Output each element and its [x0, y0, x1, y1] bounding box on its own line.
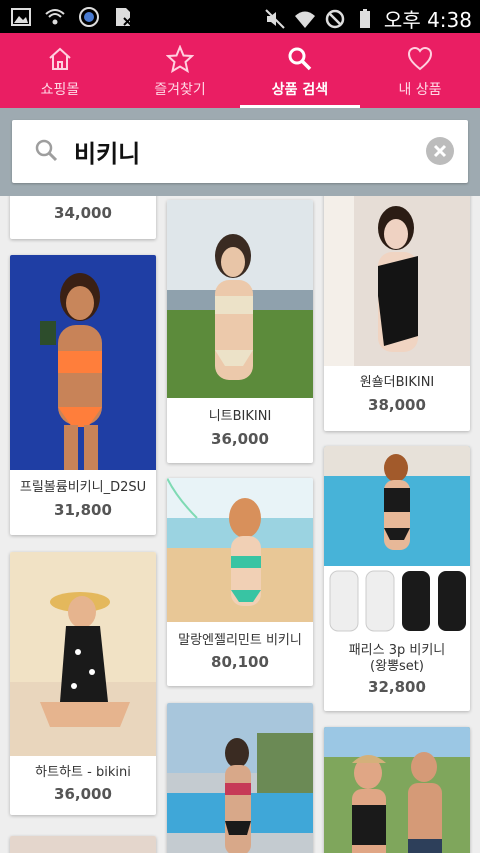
tab-product-search[interactable]: 상품 검색: [240, 33, 360, 108]
product-image: [167, 703, 313, 853]
status-time: 오후 4:38: [383, 8, 472, 32]
product-price: 36,000: [54, 785, 112, 803]
product-price: 36,000: [211, 430, 269, 448]
product-name-line-2: (왕뽕set): [370, 659, 424, 674]
product-card[interactable]: 패리스 3p 비키니 (왕뽕set) 32,800: [324, 446, 470, 711]
product-card[interactable]: [324, 727, 470, 853]
search-input[interactable]: 비키니: [12, 120, 468, 183]
tab-bar: 쇼핑몰 즐겨찾기 상품 검색 내 상품: [0, 33, 480, 108]
product-image: [10, 552, 156, 756]
tab-label: 쇼핑몰: [40, 82, 80, 98]
heart-icon: [407, 46, 433, 71]
product-image: [324, 727, 470, 853]
tab-favorites[interactable]: 즐겨찾기: [120, 33, 240, 108]
search-value: 비키니: [74, 140, 141, 168]
product-name: 프릴볼륨비키니_D2SU: [19, 480, 147, 495]
home-icon: [49, 47, 71, 70]
product-image: [167, 200, 313, 398]
product-name: 패리스 3p 비키니: [348, 643, 446, 658]
product-name: 원숄더BIKINI: [359, 375, 435, 390]
product-price: 34,000: [54, 204, 112, 222]
close-icon: [433, 144, 447, 158]
product-price: 80,100: [211, 653, 269, 671]
product-card[interactable]: 하트하트 - bikini 36,000: [10, 552, 156, 815]
product-card[interactable]: [10, 836, 156, 853]
image-icon: [11, 8, 31, 26]
product-card[interactable]: 원숄더BIKINI 38,000: [324, 196, 470, 431]
no-sign-icon: [325, 9, 345, 28]
product-price: 31,800: [54, 501, 112, 519]
search-icon: [288, 47, 312, 71]
product-grid: 34,000 프릴볼륨비키니_D2SU 31,800 하트하트 - bikini…: [0, 196, 480, 853]
battery-icon: [359, 8, 370, 28]
mute-icon: [265, 8, 285, 29]
product-name: 니트BIKINI: [208, 409, 272, 424]
product-image: [10, 836, 156, 853]
tab-label: 내 상품: [398, 82, 442, 98]
product-card[interactable]: 니트BIKINI 36,000: [167, 200, 313, 463]
sim-blocked-icon: [116, 8, 132, 26]
product-card[interactable]: 34,000: [10, 196, 156, 239]
search-bar-area: 비키니: [0, 108, 480, 196]
clear-search-button[interactable]: [426, 137, 454, 165]
tab-shopping-mall[interactable]: 쇼핑몰: [0, 33, 120, 108]
wifi-icon: [45, 9, 65, 25]
tab-label: 상품 검색: [271, 82, 329, 98]
wifi-icon: [294, 11, 315, 28]
product-name: 하트하트 - bikini: [35, 765, 131, 780]
product-card[interactable]: 프릴볼륨비키니_D2SU 31,800: [10, 255, 156, 535]
product-price: 32,800: [368, 678, 426, 696]
product-price: 38,000: [368, 396, 426, 414]
status-bar: 오후 4:38: [0, 0, 480, 33]
search-icon: [35, 139, 58, 162]
product-name: 말랑엔젤리민트 비키니: [178, 633, 302, 648]
circle-badge-icon: [79, 7, 99, 27]
product-image: [10, 255, 156, 470]
product-image: [324, 196, 470, 366]
product-image: [324, 446, 470, 634]
product-image: [167, 478, 313, 622]
tab-label: 즐겨찾기: [154, 82, 206, 98]
star-icon: [166, 45, 194, 73]
tab-my-products[interactable]: 내 상품: [360, 33, 480, 108]
product-card[interactable]: [167, 703, 313, 853]
product-card[interactable]: 말랑엔젤리민트 비키니 80,100: [167, 478, 313, 686]
